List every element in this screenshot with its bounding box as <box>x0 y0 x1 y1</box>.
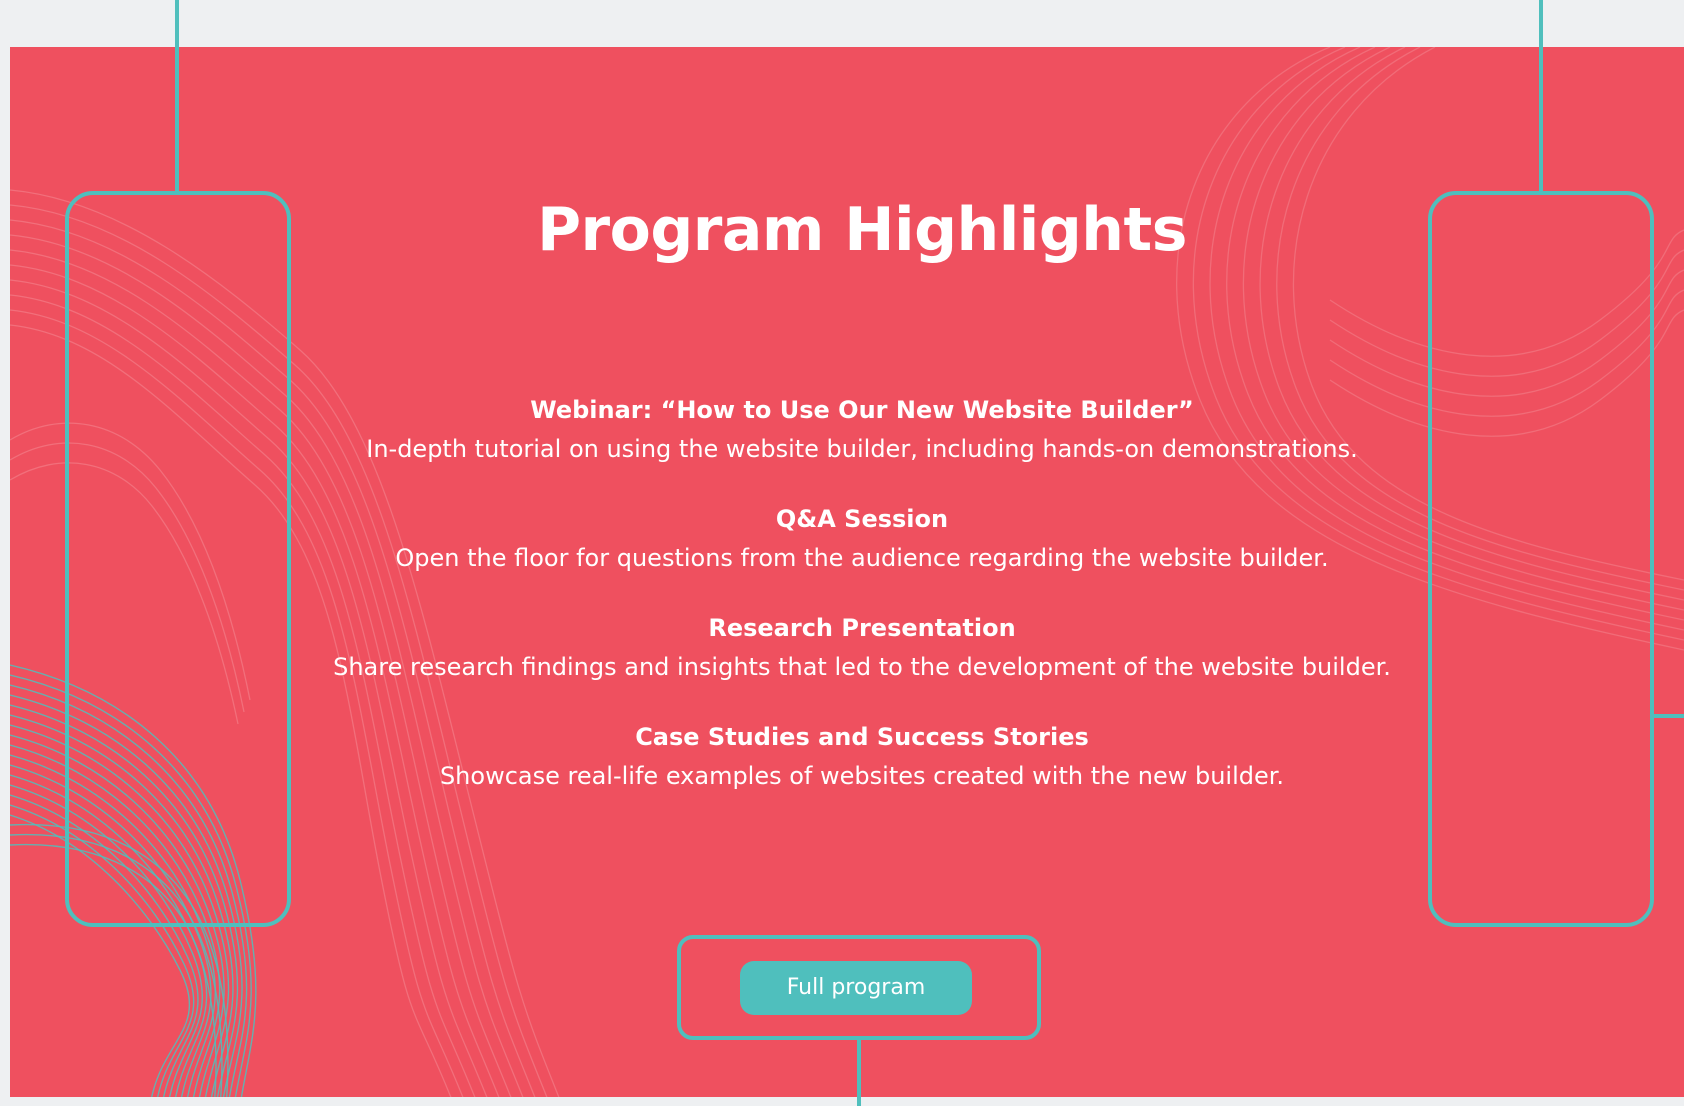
highlight-title: Webinar: “How to Use Our New Website Bui… <box>530 396 1194 424</box>
highlights-list: Webinar: “How to Use Our New Website Bui… <box>0 395 1684 831</box>
highlight-title: Research Presentation <box>708 614 1016 642</box>
highlight-item: Webinar: “How to Use Our New Website Bui… <box>0 395 1684 504</box>
page-title: Program Highlights <box>537 195 1187 265</box>
highlight-item: Q&A Session Open the floor for questions… <box>0 504 1684 613</box>
highlight-item: Case Studies and Success Stories Showcas… <box>0 722 1684 831</box>
highlight-title: Case Studies and Success Stories <box>635 723 1089 751</box>
full-program-button[interactable]: Full program <box>740 961 972 1015</box>
highlight-description: In-depth tutorial on using the website b… <box>366 435 1358 463</box>
highlight-description: Share research findings and insights tha… <box>333 653 1391 681</box>
highlight-item: Research Presentation Share research fin… <box>0 613 1684 722</box>
highlight-description: Open the floor for questions from the au… <box>395 544 1329 572</box>
highlight-description: Showcase real-life examples of websites … <box>439 762 1285 790</box>
highlight-title: Q&A Session <box>775 505 949 533</box>
